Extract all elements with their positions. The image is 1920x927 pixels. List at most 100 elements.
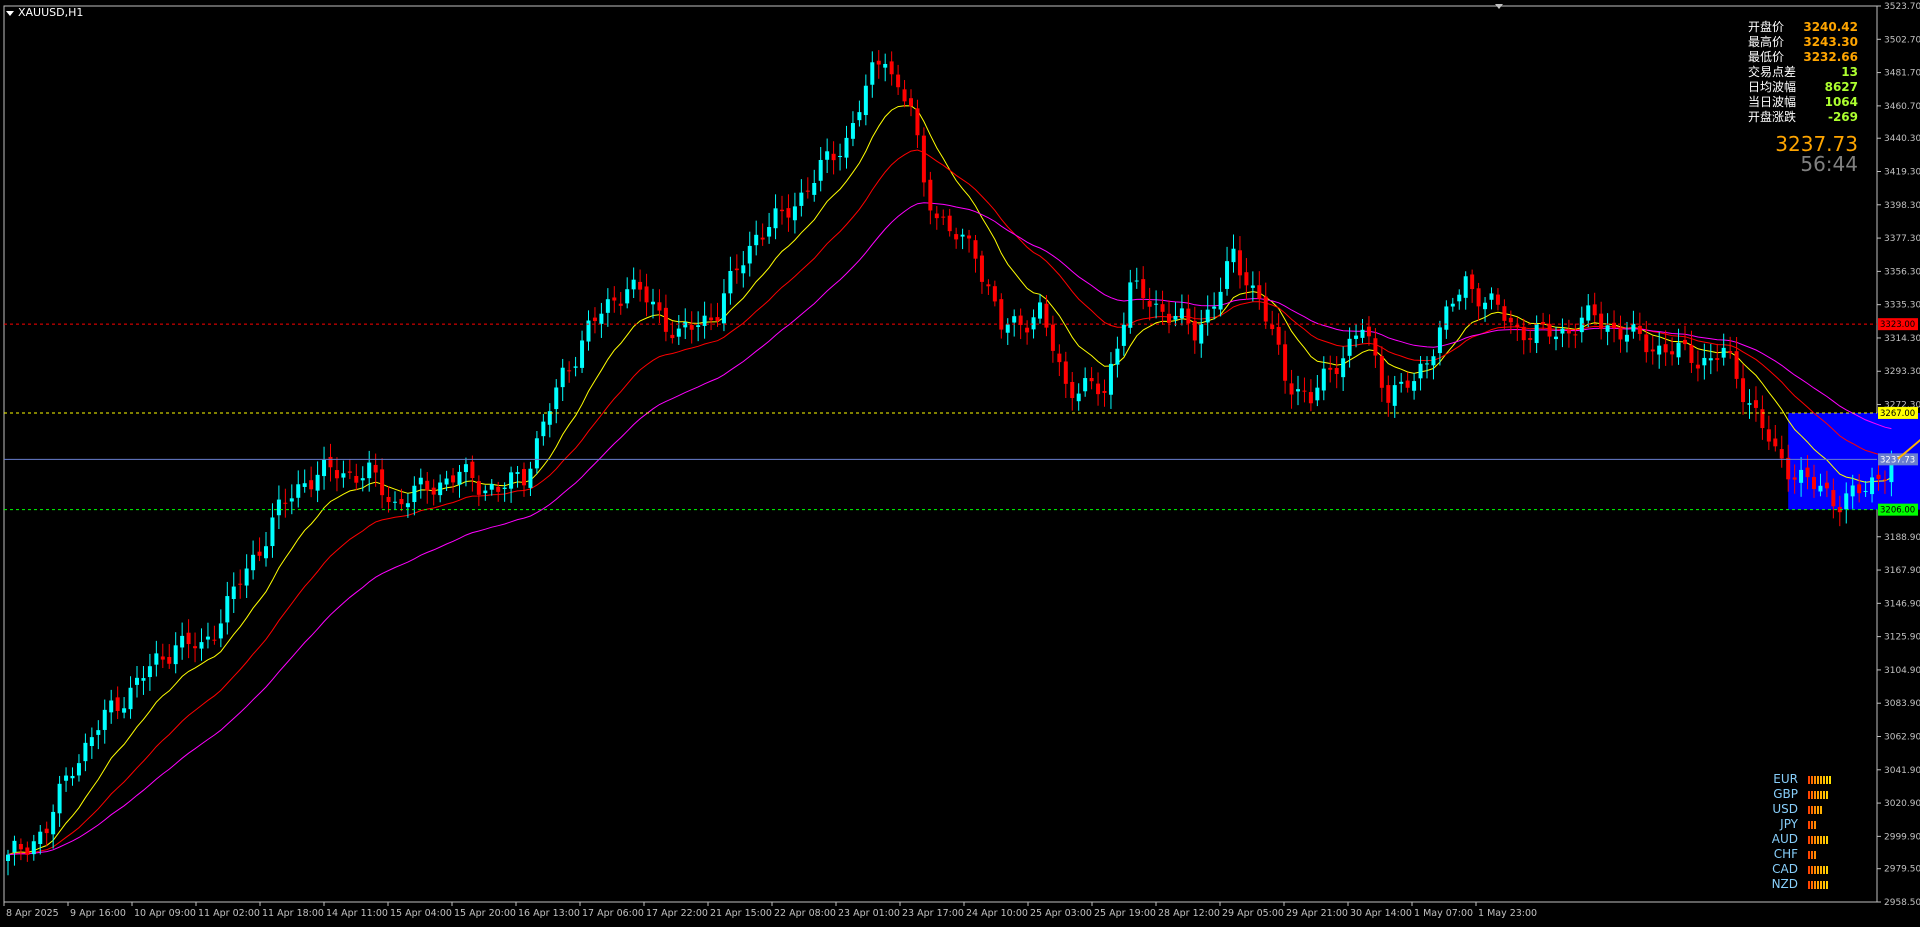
price-level-label: 3206.00: [1880, 506, 1915, 516]
y-tick-label: 3335.30: [1884, 301, 1920, 311]
currency-row: USD: [1760, 802, 1831, 817]
strength-bar: [1811, 850, 1813, 859]
candle-body: [947, 215, 952, 232]
candle-body: [147, 666, 152, 678]
currency-name: NZD: [1771, 877, 1798, 891]
strength-bar: [1820, 775, 1822, 784]
price-chart[interactable]: 3523.70 3502.70 3481.70 3460.70 3440.30 3419.…: [0, 0, 1920, 927]
y-tick-label: 3398.30: [1884, 201, 1920, 211]
candle-body: [1083, 378, 1088, 392]
candle-body: [754, 234, 759, 246]
currency-name: EUR: [1773, 772, 1798, 786]
candle-body: [231, 586, 236, 600]
candle-body: [25, 847, 30, 855]
y-tick-label: 2979.50: [1884, 865, 1920, 875]
strength-bars: [1808, 775, 1831, 784]
candle-body: [122, 708, 127, 713]
strength-bar: [1811, 835, 1813, 844]
candle-body: [999, 299, 1004, 330]
candle-body: [1038, 302, 1042, 319]
candle-body: [334, 470, 339, 479]
candle-body: [1586, 305, 1591, 321]
candle-body: [1237, 250, 1242, 276]
candle-body: [1773, 438, 1778, 447]
strength-bar: [1814, 835, 1816, 844]
candle-body: [747, 245, 752, 264]
strength-bar: [1808, 850, 1810, 859]
candle-body: [1121, 324, 1126, 346]
info-label: 交易点差: [1748, 65, 1797, 79]
candle-body: [934, 213, 939, 219]
symbol-label[interactable]: XAUUSD,H1: [6, 6, 83, 19]
candle-body: [1405, 380, 1410, 388]
candle-body: [64, 775, 69, 781]
candle-body: [1695, 364, 1700, 369]
y-tick-label: 3146.90: [1884, 599, 1920, 609]
candle-body: [141, 678, 146, 681]
candle-body: [218, 623, 223, 639]
candle-body: [341, 473, 346, 478]
info-row: 交易点差 13: [1748, 65, 1858, 80]
strength-bar: [1814, 820, 1816, 829]
candle-body: [264, 546, 268, 559]
candle-body: [289, 498, 294, 502]
x-tick-label: 22 Apr 08:00: [774, 908, 836, 919]
candle-body: [780, 209, 784, 212]
candle-body: [1328, 367, 1333, 370]
candle-body: [1257, 285, 1262, 299]
currency-name: USD: [1772, 802, 1798, 816]
candle-body: [276, 499, 281, 516]
candle-body: [1147, 301, 1152, 307]
candle-body: [825, 151, 830, 160]
candle-body: [1592, 304, 1597, 316]
strength-bar: [1823, 775, 1825, 784]
candle-body: [651, 301, 655, 305]
currency-row: EUR: [1760, 772, 1831, 787]
candle-body: [592, 317, 597, 322]
x-tick-label: 1 May 07:00: [1414, 908, 1473, 919]
candle-body: [470, 461, 475, 478]
candle-body: [792, 206, 797, 221]
plot-frame: [3, 5, 1878, 903]
strength-bar: [1829, 775, 1831, 784]
y-tick-label: 3314.30: [1884, 334, 1920, 344]
candle-body: [167, 657, 172, 664]
candle-body: [1747, 403, 1752, 405]
candle-body: [476, 481, 481, 495]
candle-body: [1225, 261, 1230, 289]
currency-name: AUD: [1771, 832, 1798, 846]
candle-body: [12, 840, 17, 853]
dropdown-icon[interactable]: [6, 10, 14, 16]
candle-body: [1515, 324, 1520, 328]
candle-body: [270, 517, 275, 547]
candle-body: [489, 483, 494, 490]
candle-body: [173, 645, 178, 665]
candle-body: [1141, 279, 1146, 298]
candle-body: [1831, 490, 1836, 507]
candle-body: [1199, 324, 1204, 344]
strength-bar: [1820, 880, 1822, 889]
candle-body: [1302, 390, 1307, 392]
candle-body: [573, 366, 578, 368]
strength-bar: [1826, 790, 1828, 799]
candle-body: [457, 471, 462, 485]
candle-body: [1850, 485, 1855, 497]
candle-body: [1489, 293, 1494, 300]
candle-body: [1702, 357, 1707, 366]
candle-body: [1805, 467, 1810, 478]
candle-body: [302, 483, 307, 487]
candle-body: [1463, 276, 1468, 298]
candle-body: [1418, 363, 1423, 379]
candle-body: [1321, 368, 1326, 391]
x-tick-label: 28 Apr 12:00: [1158, 908, 1220, 919]
shift-marker-icon[interactable]: [1495, 4, 1503, 9]
y-tick-label: 3083.90: [1884, 699, 1920, 709]
info-value: -269: [1827, 110, 1858, 124]
candle-body: [889, 61, 894, 75]
candle-body: [1160, 304, 1165, 312]
x-tick-label: 10 Apr 09:00: [134, 908, 196, 919]
candle-body: [1005, 324, 1010, 333]
info-row: 日均波幅 8627: [1748, 80, 1858, 95]
candle-body: [1070, 381, 1075, 399]
info-label: 当日波幅: [1748, 95, 1797, 109]
